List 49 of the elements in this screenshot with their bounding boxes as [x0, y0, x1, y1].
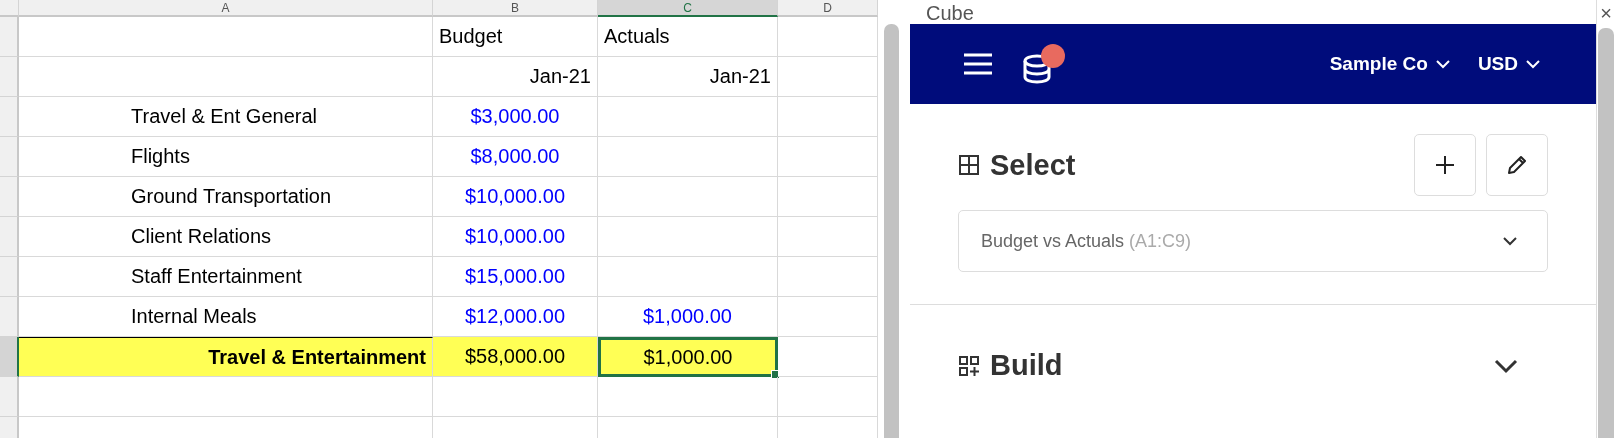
actual-value: Actuals — [604, 25, 670, 48]
actual-value: Jan-21 — [709, 65, 771, 88]
grid-icon — [958, 154, 980, 176]
column-header[interactable]: C — [598, 0, 778, 17]
row-label: Staff Entertainment — [131, 265, 302, 288]
report-dropdown[interactable]: Budget vs Actuals (A1:C9) — [958, 210, 1548, 272]
table-cell[interactable]: $1,000.00 — [598, 337, 778, 377]
column-header[interactable]: A — [19, 0, 433, 17]
budget-value: $3,000.00 — [470, 105, 560, 128]
column-header[interactable]: B — [433, 0, 598, 17]
chevron-down-icon — [1435, 59, 1450, 69]
scrollbar[interactable] — [884, 24, 899, 438]
scrollbar[interactable] — [1598, 28, 1614, 438]
row-label: Travel & Ent General — [131, 105, 317, 128]
close-button[interactable]: × — [1600, 2, 1612, 24]
dropdown-value: Budget vs Actuals (A1:C9) — [981, 230, 1192, 252]
actual-value: $1,000.00 — [643, 345, 733, 369]
budget-value: $12,000.00 — [464, 305, 566, 328]
add-button[interactable] — [1414, 134, 1476, 196]
menu-icon[interactable] — [963, 53, 993, 75]
pencil-icon — [1506, 154, 1528, 176]
currency-dropdown[interactable]: USD — [1477, 53, 1540, 75]
row-label: Internal Meals — [131, 305, 257, 328]
budget-value: $8,000.00 — [470, 145, 560, 168]
plus-icon — [1435, 155, 1455, 175]
row-label: Flights — [131, 145, 190, 168]
budget-value: $15,000.00 — [464, 265, 566, 288]
edit-button[interactable] — [1486, 134, 1548, 196]
row-header[interactable] — [0, 337, 19, 377]
section-heading: Build — [990, 349, 1063, 382]
budget-value: $58,000.00 — [464, 345, 566, 368]
add-widgets-icon — [958, 354, 980, 377]
database-icon[interactable] — [1023, 44, 1065, 84]
row-label: Client Relations — [131, 225, 272, 248]
section-heading: Select — [990, 148, 1076, 182]
budget-value: Jan-21 — [529, 65, 591, 88]
column-header[interactable]: D — [778, 0, 878, 17]
budget-value: $10,000.00 — [464, 185, 566, 208]
row-label: Travel & Entertainment — [208, 345, 426, 369]
company-dropdown[interactable]: Sample Co — [1329, 53, 1450, 75]
select-all-corner[interactable] — [0, 0, 19, 17]
chevron-down-icon[interactable] — [1494, 357, 1518, 374]
budget-value: Budget — [439, 25, 503, 48]
panel-title: Cube — [925, 2, 974, 24]
chevron-down-icon — [1526, 59, 1540, 69]
chevron-down-icon — [1503, 236, 1517, 246]
row-label: Ground Transportation — [131, 185, 332, 208]
budget-value: $10,000.00 — [464, 225, 566, 248]
actual-value: $1,000.00 — [643, 305, 732, 328]
